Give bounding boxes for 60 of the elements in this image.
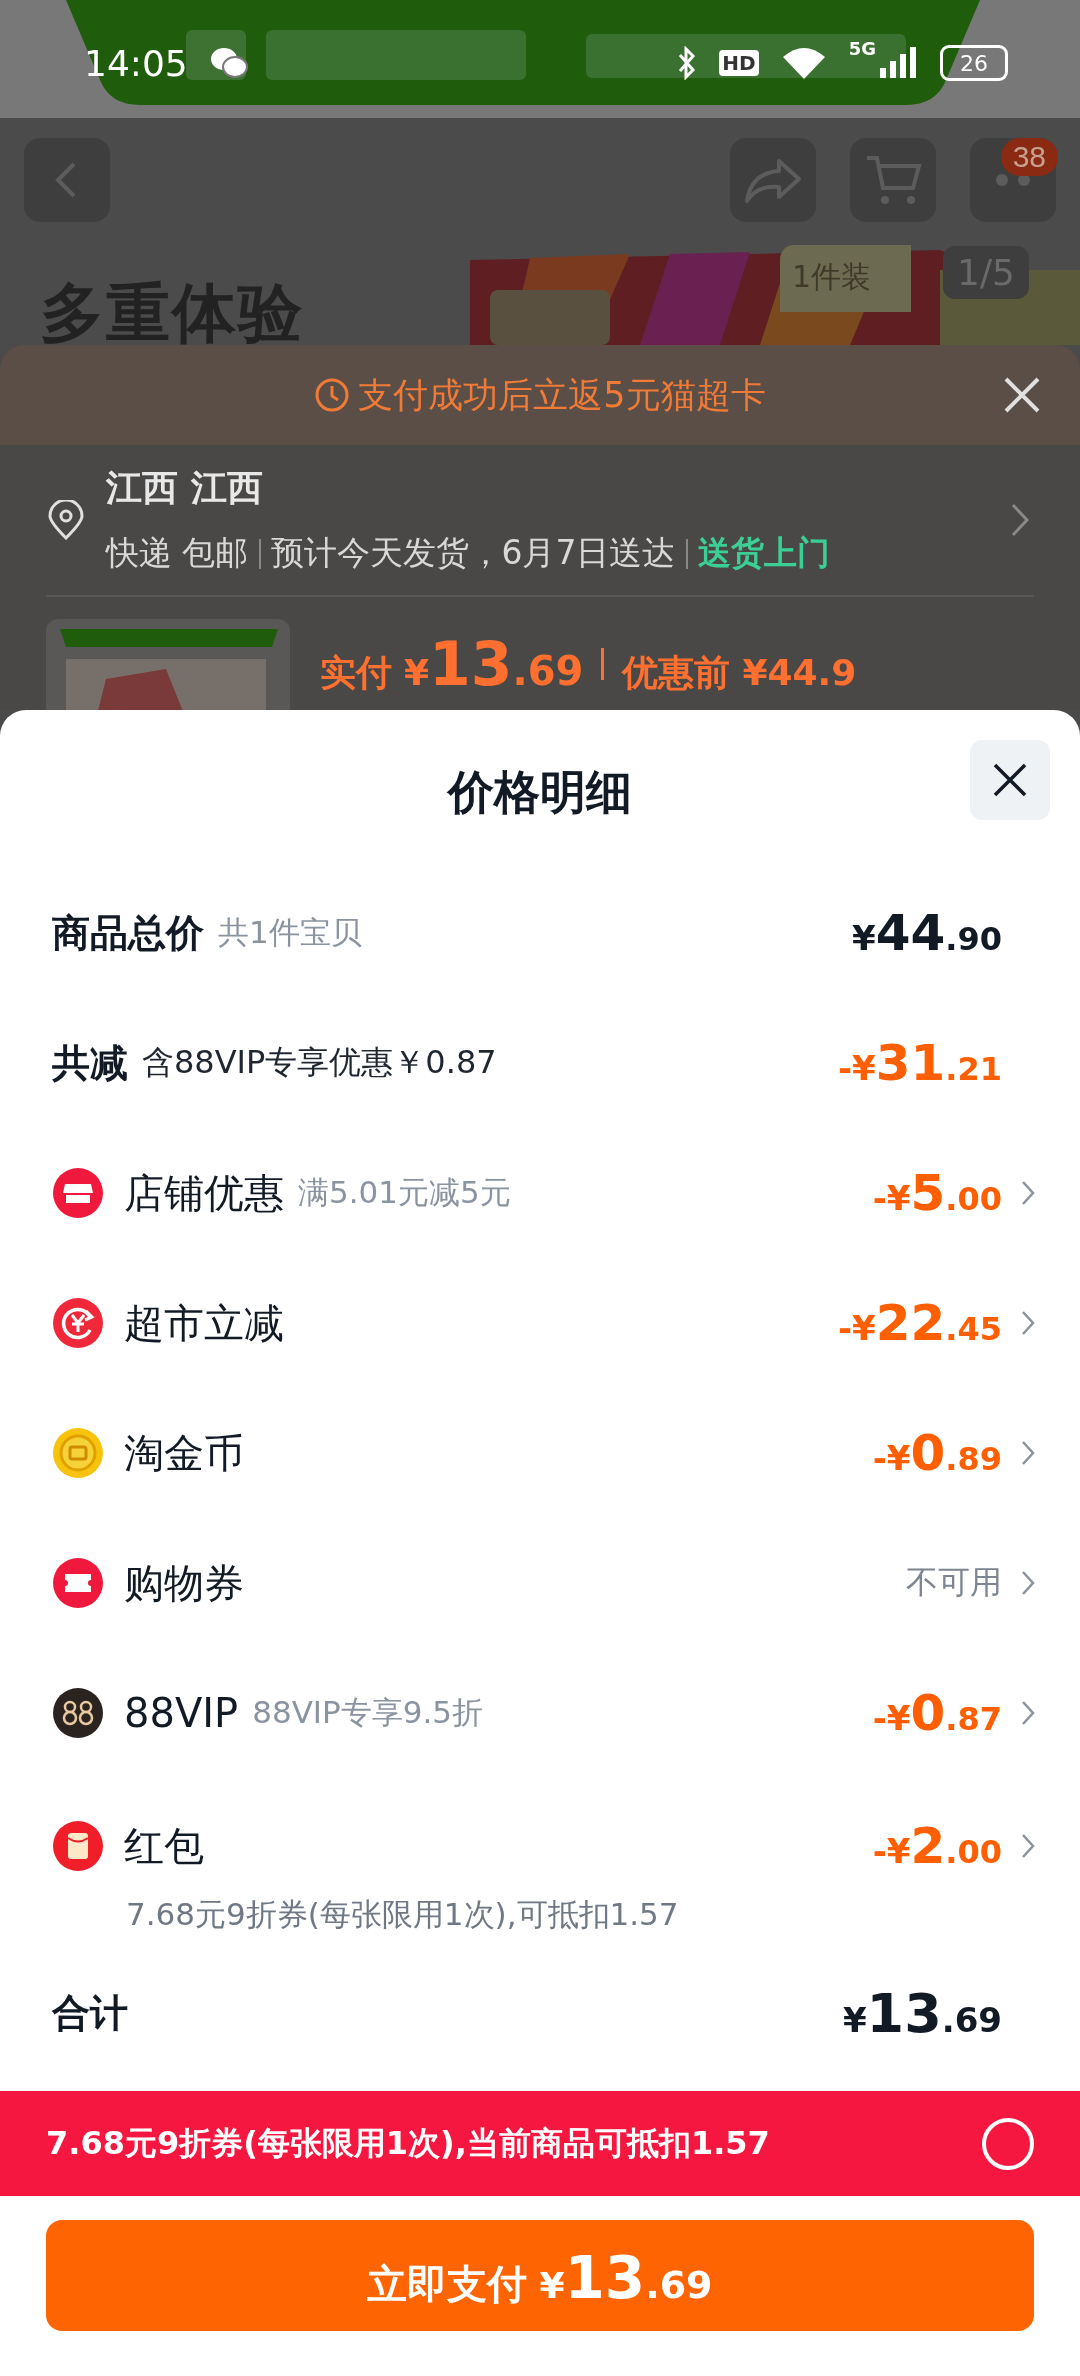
paid-price: ¥13.69 — [404, 629, 584, 699]
row-value: -¥0.87 — [872, 1684, 1002, 1742]
clock: 14:05 — [84, 42, 188, 84]
row-note: 满5.01元减5元 — [298, 1173, 511, 1212]
row-label: 88VIP — [124, 1690, 239, 1736]
clock-icon — [314, 377, 351, 413]
chat-app-icon — [209, 46, 248, 80]
row-value: ¥44.90 — [852, 904, 1002, 962]
original-price-label: 优惠前 — [622, 651, 731, 695]
row-note: 88VIP专享9.5折 — [252, 1693, 483, 1732]
back-button[interactable] — [24, 138, 110, 222]
wifi-icon — [780, 45, 827, 81]
signal-icon — [878, 46, 918, 80]
coupon-text: 7.68元9折券(每张限用1次),当前商品可抵扣1.57 — [46, 2122, 771, 2164]
row-detail: 7.68元9折券(每张限用1次),可抵扣1.57 — [126, 1895, 680, 1934]
row-value: -¥5.00 — [872, 1164, 1002, 1222]
coupon-radio[interactable] — [982, 2117, 1034, 2170]
close-icon — [991, 761, 1029, 799]
total-label: 合计 — [52, 1989, 128, 2037]
delivery-address: 江西 江西 — [106, 466, 264, 510]
original-price: ¥44.9 — [742, 652, 857, 693]
row-note: 含88VIP专享优惠￥0.87 — [142, 1042, 497, 1083]
battery-indicator: 26 — [940, 45, 1008, 81]
ticket-icon — [52, 1557, 104, 1609]
row-value: -¥2.00 — [872, 1817, 1002, 1875]
row-label: 红包 — [124, 1821, 204, 1871]
shop-icon — [52, 1167, 104, 1219]
cart-button[interactable] — [850, 138, 936, 222]
cashback-notice: 支付成功后立返5元猫超卡 — [358, 373, 766, 417]
bluetooth-icon — [677, 46, 698, 80]
paid-label: 实付 — [320, 651, 392, 695]
more-button[interactable]: 38 — [970, 138, 1056, 222]
row-label: 商品总价 — [52, 909, 204, 957]
row-label: 淘金币 — [124, 1428, 244, 1478]
vip-badge-icon — [52, 1687, 104, 1739]
row-label: 共减 — [52, 1039, 128, 1087]
row-value: 不可用 — [906, 1562, 1002, 1603]
row-note: 共1件宝贝 — [218, 913, 362, 952]
notification-badge: 38 — [1000, 138, 1058, 176]
row-label: 购物券 — [124, 1558, 244, 1608]
delivery-service: 送货上门 — [697, 532, 830, 574]
row-value: -¥31.21 — [837, 1034, 1002, 1092]
envelope-icon — [52, 1820, 104, 1872]
coin-icon — [52, 1427, 104, 1479]
network-label: 5G — [848, 38, 876, 59]
location-pin-icon — [48, 500, 84, 540]
delivery-estimate: 预计今天发货，6月7日送达 — [270, 532, 676, 574]
pay-button[interactable]: 立即支付 ¥13.69 — [46, 2220, 1034, 2331]
sheet-title: 价格明细 — [448, 764, 632, 821]
share-button[interactable] — [730, 138, 816, 222]
dots-icon — [995, 173, 1031, 187]
row-label: 店铺优惠 — [124, 1168, 284, 1218]
row-value: -¥22.45 — [837, 1294, 1002, 1352]
hd-label: HD — [719, 50, 759, 76]
row-label: 超市立减 — [124, 1298, 284, 1348]
shipping-method: 快递 包邮 — [106, 532, 249, 574]
row-value: -¥0.89 — [872, 1424, 1002, 1482]
chevron-right-icon — [1010, 502, 1030, 538]
total-value: ¥13.69 — [842, 1981, 1002, 2045]
close-button[interactable] — [970, 740, 1050, 820]
